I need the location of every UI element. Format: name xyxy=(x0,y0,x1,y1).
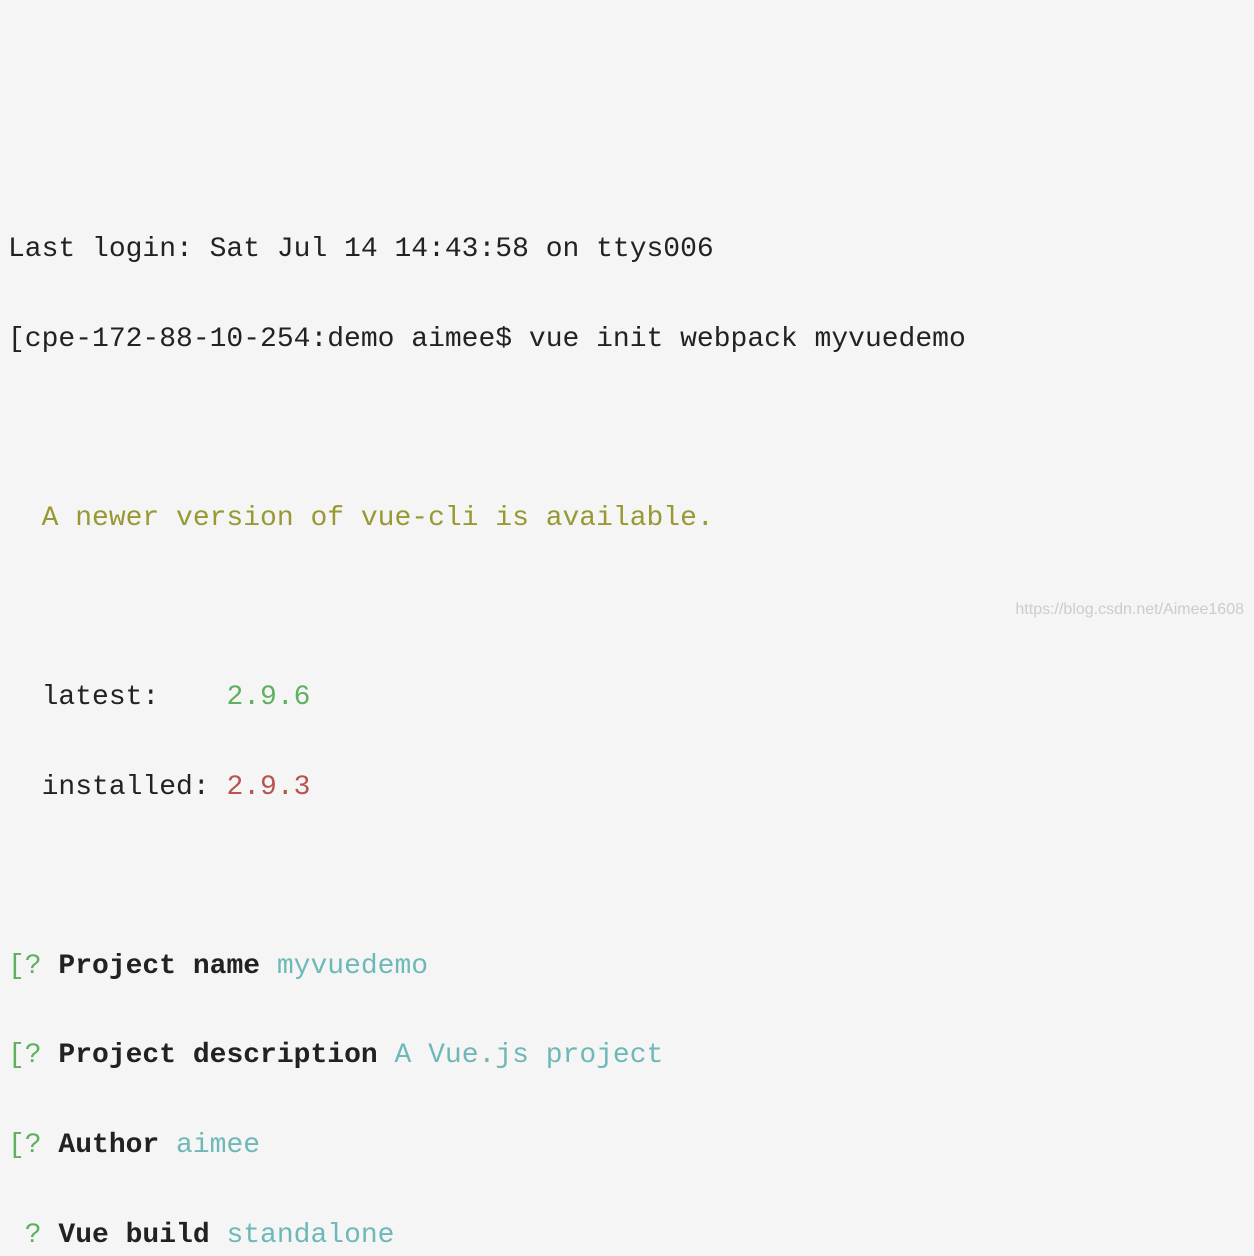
project-name-label: Project name xyxy=(58,951,276,982)
version-notice: A newer version of vue-cli is available. xyxy=(8,503,714,534)
vue-build-value: standalone xyxy=(226,1220,394,1251)
latest-version-line: latest: 2.9.6 xyxy=(8,676,1246,721)
question-mark-icon: ? xyxy=(8,1220,58,1251)
question-mark-icon: [? xyxy=(8,1040,58,1071)
question-mark-icon: [? xyxy=(8,1130,58,1161)
last-login-line: Last login: Sat Jul 14 14:43:58 on ttys0… xyxy=(8,228,1246,273)
latest-label: latest: xyxy=(8,682,226,713)
project-name-value: myvuedemo xyxy=(277,951,428,982)
project-description-value: A Vue.js project xyxy=(394,1040,663,1071)
installed-label: installed: xyxy=(8,772,226,803)
command-line: [cpe-172-88-10-254:demo aimee$ vue init … xyxy=(8,318,1246,363)
installed-version-line: installed: 2.9.3 xyxy=(8,766,1246,811)
blank-line xyxy=(8,407,1246,452)
installed-version: 2.9.3 xyxy=(226,772,310,803)
vue-build-line: ? Vue build standalone xyxy=(8,1214,1246,1256)
project-description-line: [? Project description A Vue.js project xyxy=(8,1034,1246,1079)
author-label: Author xyxy=(58,1130,176,1161)
author-line: [? Author aimee xyxy=(8,1124,1246,1169)
last-login-text: Last login: Sat Jul 14 14:43:58 on ttys0… xyxy=(8,234,714,265)
typed-command: vue init webpack myvuedemo xyxy=(529,324,966,355)
latest-version: 2.9.6 xyxy=(226,682,310,713)
watermark-text: https://blog.csdn.net/Aimee1608 xyxy=(1015,597,1244,623)
question-mark-icon: [? xyxy=(8,951,58,982)
project-name-line: [? Project name myvuedemo xyxy=(8,945,1246,990)
project-description-label: Project description xyxy=(58,1040,394,1071)
vue-build-label: Vue build xyxy=(58,1220,226,1251)
author-value: aimee xyxy=(176,1130,260,1161)
shell-prompt: [cpe-172-88-10-254:demo aimee$ xyxy=(8,324,529,355)
version-notice-line: A newer version of vue-cli is available. xyxy=(8,497,1246,542)
blank-line xyxy=(8,855,1246,900)
terminal-window[interactable]: Last login: Sat Jul 14 14:43:58 on ttys0… xyxy=(8,183,1246,1256)
